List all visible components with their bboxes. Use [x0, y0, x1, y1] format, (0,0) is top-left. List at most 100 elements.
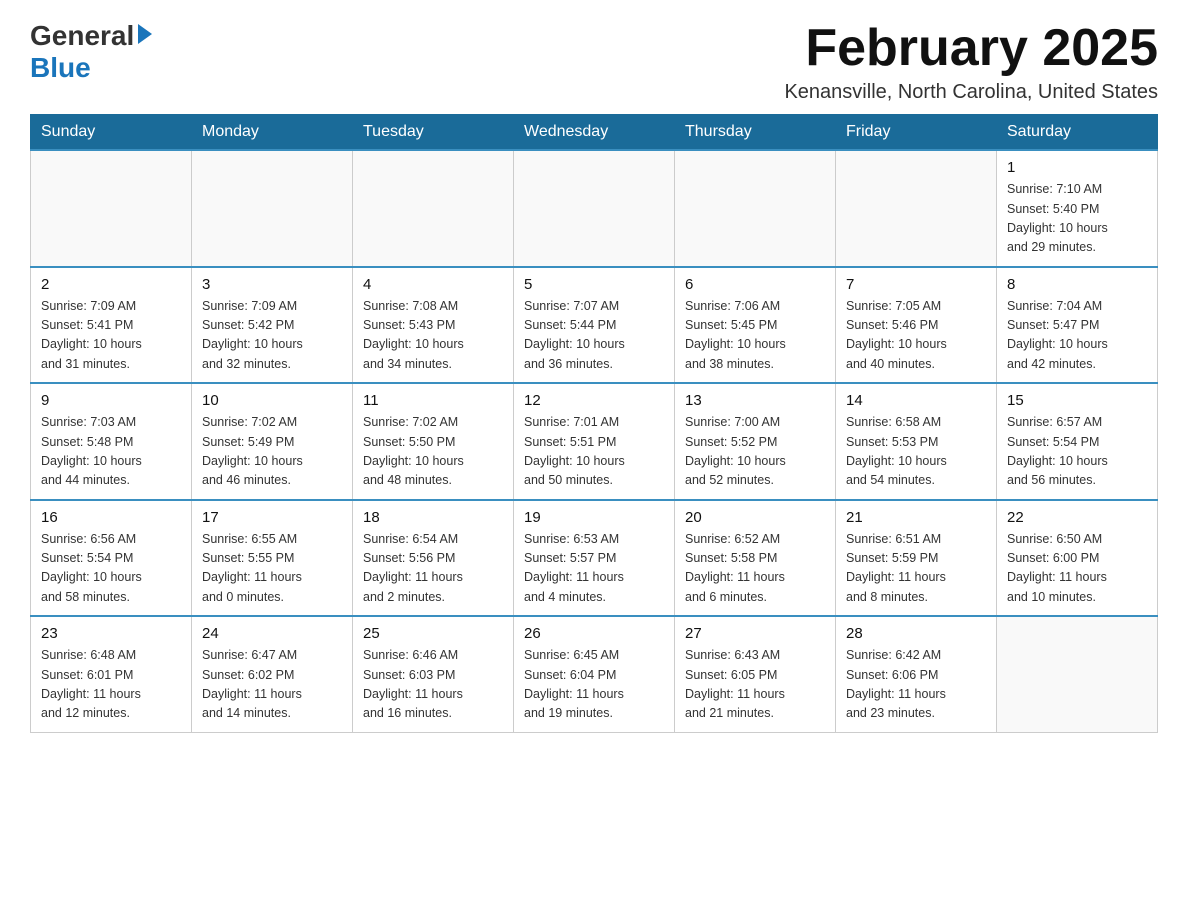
calendar-cell: 13 Sunrise: 7:00 AM Sunset: 5:52 PM Dayli… — [675, 383, 836, 500]
day-number: 15 — [1007, 392, 1147, 409]
day-number: 24 — [202, 625, 342, 642]
day-number: 13 — [685, 392, 825, 409]
calendar-cell: 11 Sunrise: 7:02 AM Sunset: 5:50 PM Dayli… — [353, 383, 514, 500]
day-number: 10 — [202, 392, 342, 409]
column-header-sunday: Sunday — [31, 115, 192, 151]
page-header: General Blue February 2025 Kenansville, … — [30, 20, 1158, 104]
day-number: 20 — [685, 509, 825, 526]
day-number: 16 — [41, 509, 181, 526]
day-info: Sunrise: 6:56 AM Sunset: 5:54 PM Dayligh… — [41, 530, 181, 608]
day-info: Sunrise: 6:54 AM Sunset: 5:56 PM Dayligh… — [363, 530, 503, 608]
calendar-cell — [353, 150, 514, 267]
day-number: 14 — [846, 392, 986, 409]
day-number: 6 — [685, 276, 825, 293]
day-info: Sunrise: 7:08 AM Sunset: 5:43 PM Dayligh… — [363, 297, 503, 375]
day-info: Sunrise: 6:58 AM Sunset: 5:53 PM Dayligh… — [846, 413, 986, 491]
day-number: 3 — [202, 276, 342, 293]
day-info: Sunrise: 6:53 AM Sunset: 5:57 PM Dayligh… — [524, 530, 664, 608]
day-number: 1 — [1007, 159, 1147, 176]
day-number: 5 — [524, 276, 664, 293]
day-info: Sunrise: 6:52 AM Sunset: 5:58 PM Dayligh… — [685, 530, 825, 608]
calendar-cell: 9 Sunrise: 7:03 AM Sunset: 5:48 PM Daylig… — [31, 383, 192, 500]
calendar-cell: 17 Sunrise: 6:55 AM Sunset: 5:55 PM Dayli… — [192, 500, 353, 617]
day-number: 11 — [363, 392, 503, 409]
day-number: 27 — [685, 625, 825, 642]
calendar-cell: 15 Sunrise: 6:57 AM Sunset: 5:54 PM Dayli… — [997, 383, 1158, 500]
logo-blue-text: Blue — [30, 52, 91, 84]
calendar-week-row: 9 Sunrise: 7:03 AM Sunset: 5:48 PM Daylig… — [31, 383, 1158, 500]
day-number: 12 — [524, 392, 664, 409]
calendar-cell — [997, 616, 1158, 732]
day-info: Sunrise: 6:46 AM Sunset: 6:03 PM Dayligh… — [363, 646, 503, 724]
calendar-cell — [192, 150, 353, 267]
day-info: Sunrise: 7:01 AM Sunset: 5:51 PM Dayligh… — [524, 413, 664, 491]
day-number: 7 — [846, 276, 986, 293]
column-header-wednesday: Wednesday — [514, 115, 675, 151]
calendar-cell: 7Sunrise: 7:05 AM Sunset: 5:46 PM Daylig… — [836, 267, 997, 384]
day-info: Sunrise: 7:10 AM Sunset: 5:40 PM Dayligh… — [1007, 180, 1147, 258]
day-info: Sunrise: 6:42 AM Sunset: 6:06 PM Dayligh… — [846, 646, 986, 724]
calendar-cell: 12 Sunrise: 7:01 AM Sunset: 5:51 PM Dayli… — [514, 383, 675, 500]
day-info: Sunrise: 7:02 AM Sunset: 5:50 PM Dayligh… — [363, 413, 503, 491]
calendar-cell: 20 Sunrise: 6:52 AM Sunset: 5:58 PM Dayli… — [675, 500, 836, 617]
day-info: Sunrise: 7:00 AM Sunset: 5:52 PM Dayligh… — [685, 413, 825, 491]
calendar-title: February 2025 — [784, 20, 1158, 77]
column-header-thursday: Thursday — [675, 115, 836, 151]
calendar-cell: 3 Sunrise: 7:09 AM Sunset: 5:42 PM Daylig… — [192, 267, 353, 384]
day-info: Sunrise: 6:50 AM Sunset: 6:00 PM Dayligh… — [1007, 530, 1147, 608]
day-number: 8 — [1007, 276, 1147, 293]
day-number: 17 — [202, 509, 342, 526]
calendar-cell: 28 Sunrise: 6:42 AM Sunset: 6:06 PM Dayli… — [836, 616, 997, 732]
calendar-cell: 19 Sunrise: 6:53 AM Sunset: 5:57 PM Dayli… — [514, 500, 675, 617]
calendar-cell: 24Sunrise: 6:47 AM Sunset: 6:02 PM Dayli… — [192, 616, 353, 732]
day-info: Sunrise: 7:03 AM Sunset: 5:48 PM Dayligh… — [41, 413, 181, 491]
day-number: 9 — [41, 392, 181, 409]
calendar-cell: 4 Sunrise: 7:08 AM Sunset: 5:43 PM Daylig… — [353, 267, 514, 384]
calendar-cell: 26Sunrise: 6:45 AM Sunset: 6:04 PM Dayli… — [514, 616, 675, 732]
title-section: February 2025 Kenansville, North Carolin… — [784, 20, 1158, 104]
logo-arrow-icon — [138, 24, 152, 44]
calendar-table: SundayMondayTuesdayWednesdayThursdayFrid… — [30, 114, 1158, 733]
calendar-cell: 21Sunrise: 6:51 AM Sunset: 5:59 PM Dayli… — [836, 500, 997, 617]
calendar-cell: 5 Sunrise: 7:07 AM Sunset: 5:44 PM Daylig… — [514, 267, 675, 384]
calendar-week-row: 23 Sunrise: 6:48 AM Sunset: 6:01 PM Dayli… — [31, 616, 1158, 732]
calendar-cell: 10 Sunrise: 7:02 AM Sunset: 5:49 PM Dayli… — [192, 383, 353, 500]
logo-general-text: General — [30, 20, 134, 52]
calendar-cell: 27 Sunrise: 6:43 AM Sunset: 6:05 PM Dayli… — [675, 616, 836, 732]
calendar-cell — [675, 150, 836, 267]
calendar-cell: 18 Sunrise: 6:54 AM Sunset: 5:56 PM Dayli… — [353, 500, 514, 617]
day-info: Sunrise: 7:06 AM Sunset: 5:45 PM Dayligh… — [685, 297, 825, 375]
day-number: 18 — [363, 509, 503, 526]
calendar-cell: 2Sunrise: 7:09 AM Sunset: 5:41 PM Daylig… — [31, 267, 192, 384]
calendar-week-row: 16 Sunrise: 6:56 AM Sunset: 5:54 PM Dayli… — [31, 500, 1158, 617]
day-info: Sunrise: 6:43 AM Sunset: 6:05 PM Dayligh… — [685, 646, 825, 724]
day-info: Sunrise: 7:04 AM Sunset: 5:47 PM Dayligh… — [1007, 297, 1147, 375]
calendar-cell: 16 Sunrise: 6:56 AM Sunset: 5:54 PM Dayli… — [31, 500, 192, 617]
day-info: Sunrise: 6:57 AM Sunset: 5:54 PM Dayligh… — [1007, 413, 1147, 491]
day-number: 28 — [846, 625, 986, 642]
calendar-cell: 23 Sunrise: 6:48 AM Sunset: 6:01 PM Dayli… — [31, 616, 192, 732]
day-number: 2 — [41, 276, 181, 293]
day-info: Sunrise: 7:09 AM Sunset: 5:42 PM Dayligh… — [202, 297, 342, 375]
calendar-cell: 8 Sunrise: 7:04 AM Sunset: 5:47 PM Daylig… — [997, 267, 1158, 384]
day-number: 25 — [363, 625, 503, 642]
calendar-cell — [31, 150, 192, 267]
calendar-week-row: 2Sunrise: 7:09 AM Sunset: 5:41 PM Daylig… — [31, 267, 1158, 384]
day-number: 4 — [363, 276, 503, 293]
day-info: Sunrise: 6:55 AM Sunset: 5:55 PM Dayligh… — [202, 530, 342, 608]
column-header-monday: Monday — [192, 115, 353, 151]
day-info: Sunrise: 6:48 AM Sunset: 6:01 PM Dayligh… — [41, 646, 181, 724]
day-info: Sunrise: 7:07 AM Sunset: 5:44 PM Dayligh… — [524, 297, 664, 375]
calendar-cell: 6 Sunrise: 7:06 AM Sunset: 5:45 PM Daylig… — [675, 267, 836, 384]
day-info: Sunrise: 6:45 AM Sunset: 6:04 PM Dayligh… — [524, 646, 664, 724]
calendar-week-row: 1 Sunrise: 7:10 AM Sunset: 5:40 PM Daylig… — [31, 150, 1158, 267]
day-info: Sunrise: 7:02 AM Sunset: 5:49 PM Dayligh… — [202, 413, 342, 491]
day-number: 23 — [41, 625, 181, 642]
day-number: 21 — [846, 509, 986, 526]
calendar-cell: 1 Sunrise: 7:10 AM Sunset: 5:40 PM Daylig… — [997, 150, 1158, 267]
column-header-saturday: Saturday — [997, 115, 1158, 151]
calendar-cell: 14 Sunrise: 6:58 AM Sunset: 5:53 PM Dayli… — [836, 383, 997, 500]
column-header-tuesday: Tuesday — [353, 115, 514, 151]
logo-line1: General — [30, 20, 152, 52]
day-number: 19 — [524, 509, 664, 526]
